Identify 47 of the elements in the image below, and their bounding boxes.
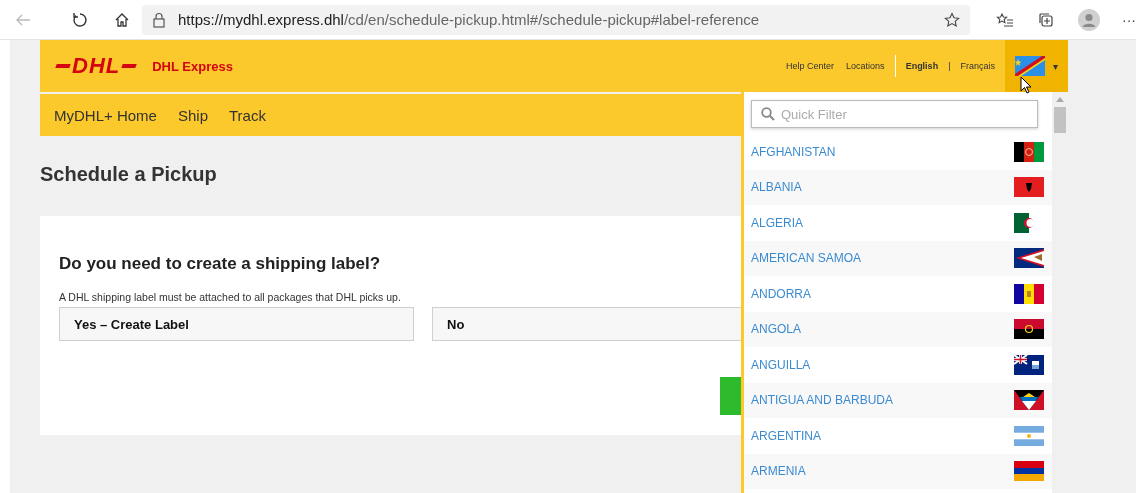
nav-link[interactable]: Track: [229, 106, 266, 124]
nav-link[interactable]: Ship: [177, 106, 208, 124]
flag-icon: [1014, 425, 1044, 446]
separator: |: [948, 61, 951, 71]
page-title: Schedule a Pickup: [40, 163, 217, 186]
question-heading: Do you need to create a shipping label?: [59, 254, 381, 274]
star-icon[interactable]: [944, 11, 960, 28]
flag-icon: [1014, 141, 1044, 162]
country-selector[interactable]: ▾: [1005, 40, 1068, 92]
filter-field[interactable]: Quick Filter: [751, 100, 1038, 128]
country-option[interactable]: AMERICAN SAMOA: [751, 251, 861, 266]
country-option[interactable]: ANTIGUA AND BARBUDA: [751, 393, 894, 408]
logo-stripe: [55, 64, 71, 68]
profile-avatar[interactable]: [1078, 8, 1100, 31]
favorites-icon[interactable]: [996, 11, 1014, 28]
flag-icon: [1014, 283, 1044, 304]
brand-name: DHL Express: [152, 58, 233, 74]
flag-icon: [1014, 390, 1044, 411]
flag-icon: [1014, 461, 1044, 482]
flag-icon: [1015, 56, 1045, 76]
header-link[interactable]: Français: [960, 61, 995, 71]
flag-icon: [1014, 319, 1044, 340]
header-link[interactable]: Help Center: [786, 61, 835, 71]
header-link[interactable]: Locations: [846, 61, 885, 71]
nav-link[interactable]: MyDHL+ Home: [54, 106, 157, 124]
search-icon: [761, 107, 775, 121]
country-option[interactable]: AFGHANISTAN: [751, 144, 836, 159]
country-option[interactable]: ALGERIA: [751, 215, 804, 230]
flag-icon: [1014, 177, 1044, 198]
collections-icon[interactable]: [1038, 11, 1054, 28]
country-option[interactable]: ANGUILLA: [751, 357, 811, 372]
address-bar[interactable]: https://mydhl.express.dhl/cd/en/schedule-pickup.html#/schedule-pickup#label-reference: [142, 4, 970, 35]
option-button[interactable]: No: [432, 307, 742, 341]
flag-icon: [1014, 248, 1044, 269]
lock-icon: [152, 11, 166, 28]
flag-icon: [1014, 354, 1044, 375]
option-button[interactable]: Yes – Create Label: [59, 307, 414, 341]
more-menu-button[interactable]: ···: [1122, 11, 1136, 28]
dhl-logo: DHL: [72, 55, 121, 77]
hint-text: A DHL shipping label must be attached to all packages that DHL picks up.: [59, 291, 401, 303]
country-option[interactable]: ARGENTINA: [751, 428, 821, 443]
home-icon[interactable]: [114, 11, 130, 28]
logo-stripe: [121, 64, 137, 68]
country-option[interactable]: ANDORRA: [751, 286, 811, 301]
refresh-icon[interactable]: [72, 11, 88, 28]
header-link[interactable]: English: [905, 61, 939, 71]
country-option[interactable]: ANGOLA: [751, 322, 801, 337]
